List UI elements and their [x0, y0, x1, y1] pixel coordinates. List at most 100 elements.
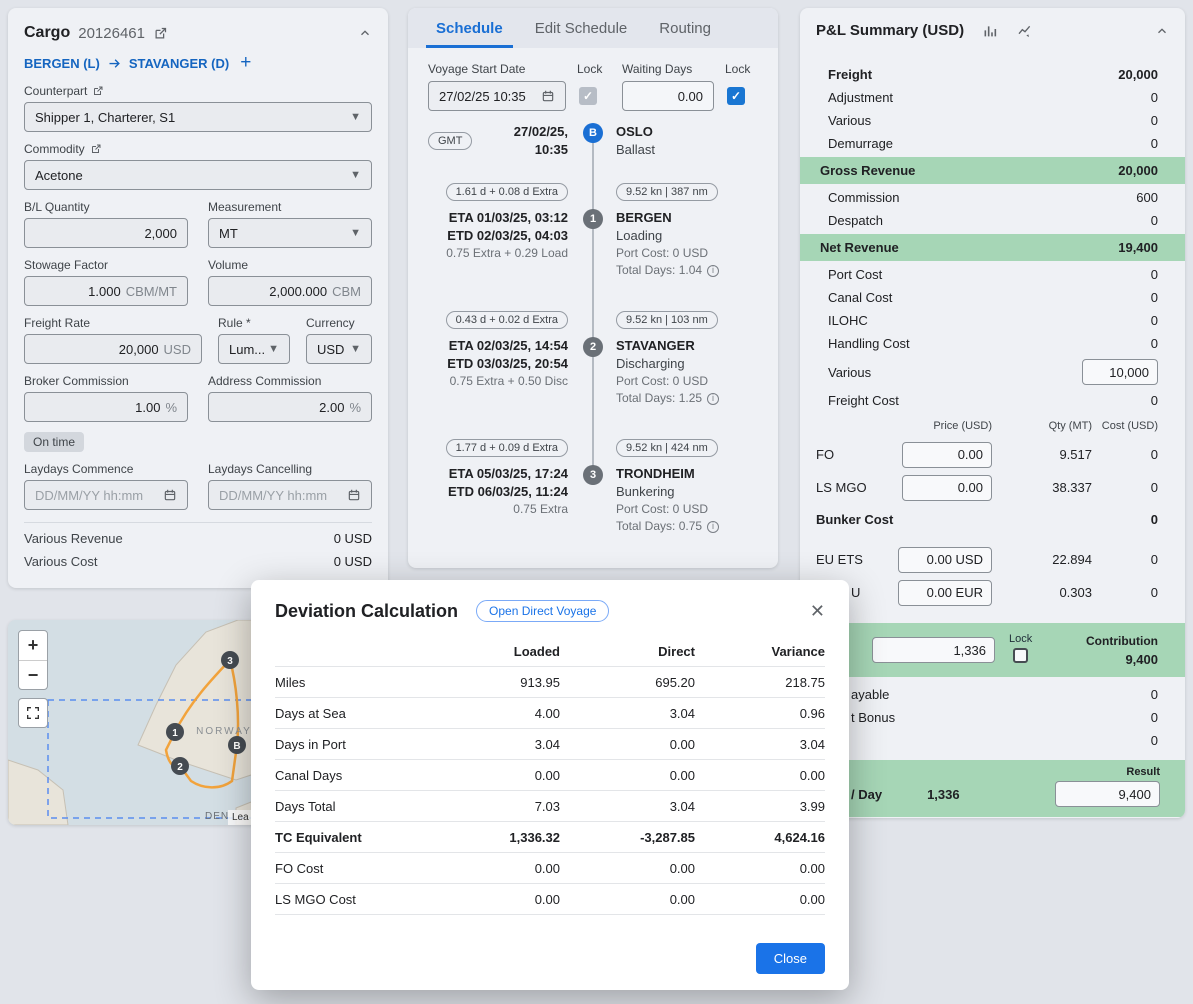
- leg-duration-chip: 1.77 d + 0.09 d Extra: [446, 439, 568, 457]
- various-revenue-label: Various Revenue: [24, 531, 123, 546]
- eu-ets-price-input[interactable]: 0.00 USD: [898, 547, 992, 573]
- table-row: Days Total7.033.043.99: [275, 791, 825, 822]
- voyage-start-lock-label: Lock: [577, 62, 602, 76]
- col-loaded: Loaded: [425, 644, 560, 659]
- open-direct-voyage-button[interactable]: Open Direct Voyage: [476, 600, 609, 622]
- stowage-input[interactable]: 1.000 CBM/MT: [24, 276, 188, 306]
- port-cost: Port Cost: 0 USD: [616, 245, 758, 262]
- route-from-link[interactable]: BERGEN (L): [24, 56, 100, 71]
- measurement-select[interactable]: MT ▼: [208, 218, 372, 248]
- stop-marker-1: 1: [583, 209, 603, 229]
- cargo-panel: Cargo 20126461 BERGEN (L) STAVANGER (D) …: [8, 8, 388, 588]
- deviation-table: Loaded Direct Variance Miles913.95695.20…: [251, 632, 849, 915]
- collapse-cargo-icon[interactable]: [358, 26, 372, 40]
- tab-edit-schedule[interactable]: Edit Schedule: [519, 8, 644, 48]
- svg-text:1: 1: [172, 728, 178, 739]
- freight-rate-value: 20,000: [119, 342, 159, 357]
- line-chart-icon[interactable]: [1016, 23, 1034, 39]
- rule-select[interactable]: Lum... ▼: [218, 334, 290, 364]
- currency-select[interactable]: USD ▼: [306, 334, 372, 364]
- eur-price-input[interactable]: 0.00 EUR: [898, 580, 992, 606]
- close-icon[interactable]: ✕: [810, 602, 825, 620]
- stop-marker-3: 3: [583, 465, 603, 485]
- route-to-link[interactable]: STAVANGER (D): [129, 56, 229, 71]
- add-port-button[interactable]: +: [240, 52, 251, 74]
- freight-rate-input[interactable]: 20,000 USD: [24, 334, 202, 364]
- result-per-day-label: / Day: [851, 787, 882, 802]
- open-cargo-icon[interactable]: [153, 26, 168, 41]
- leg-duration-chip: 1.61 d + 0.08 d Extra: [446, 183, 568, 201]
- table-row: Days at Sea4.003.040.96: [275, 698, 825, 729]
- counterpart-select[interactable]: Shipper 1, Charterer, S1 ▼: [24, 102, 372, 132]
- zoom-out-button[interactable]: −: [19, 660, 47, 689]
- contribution-block: 1,336 Lock Contribution 9,400: [800, 623, 1185, 677]
- timeline-stop-bergen: ETA 01/03/25, 03:12 ETD 02/03/25, 04:03 …: [428, 209, 758, 301]
- timezone-chip[interactable]: GMT: [428, 132, 472, 150]
- total-days: Total Days: 1.04: [616, 263, 702, 277]
- arrow-right-icon: [107, 56, 122, 71]
- start-datetime: 27/02/25, 10:35: [480, 123, 568, 159]
- broker-commission-value: 1.00: [135, 400, 160, 415]
- lsmgo-price-input[interactable]: 0.00: [902, 475, 992, 501]
- fo-price-input[interactable]: 0.00: [902, 442, 992, 468]
- total-days: Total Days: 1.25: [616, 391, 702, 405]
- waiting-days-lock-checkbox[interactable]: [727, 87, 745, 105]
- contribution-label: Contribution: [1086, 634, 1158, 648]
- commodity-label: Commodity: [24, 142, 85, 156]
- port-name: STAVANGER: [616, 337, 758, 355]
- stop-marker-ballast: B: [583, 123, 603, 143]
- result-block: Result / Day 1,336 9,400: [800, 760, 1185, 817]
- info-icon[interactable]: i: [707, 393, 719, 405]
- close-button[interactable]: Close: [756, 943, 825, 974]
- tce-input[interactable]: 1,336: [872, 637, 995, 663]
- timeline-leg: 1.61 d + 0.08 d Extra 9.52 kn | 387 nm: [428, 183, 758, 201]
- various-cost-input[interactable]: 10,000: [1082, 359, 1158, 385]
- port-activity: Loading: [616, 227, 758, 245]
- volume-input[interactable]: 2,000.000 CBM: [208, 276, 372, 306]
- voyage-start-input[interactable]: 27/02/25 10:35: [428, 81, 566, 111]
- tab-schedule[interactable]: Schedule: [420, 8, 519, 48]
- volume-value: 2,000.000: [269, 284, 327, 299]
- bl-quantity-input[interactable]: 2,000: [24, 218, 188, 248]
- eta: ETA 01/03/25, 03:12: [428, 209, 568, 227]
- zoom-in-button[interactable]: +: [19, 631, 47, 660]
- pnl-row: Adjustment0: [800, 86, 1185, 109]
- result-input[interactable]: 9,400: [1055, 781, 1160, 807]
- waiting-days-value: 0.00: [678, 89, 703, 104]
- address-commission-input[interactable]: 2.00 %: [208, 392, 372, 422]
- broker-commission-input[interactable]: 1.00 %: [24, 392, 188, 422]
- laydays-commence-input[interactable]: DD/MM/YY hh:mm: [24, 480, 188, 510]
- info-icon[interactable]: i: [707, 265, 719, 277]
- info-icon[interactable]: i: [707, 521, 719, 533]
- calendar-icon[interactable]: [163, 488, 177, 502]
- open-counterpart-icon[interactable]: [92, 85, 104, 97]
- extra-days: 0.75 Extra: [428, 501, 568, 518]
- result-header: Result: [816, 766, 1160, 778]
- voyage-start-lock-checkbox: [579, 87, 597, 105]
- calendar-icon[interactable]: [541, 89, 555, 103]
- bunker-qty-header: Qty (MT): [992, 420, 1092, 438]
- ets-row-partial: U 0.00 EUR 0.303 0: [816, 576, 1158, 609]
- map-den-label: DEN: [205, 811, 229, 822]
- etd: ETD 06/03/25, 11:24: [428, 483, 568, 501]
- schedule-tabbar: Schedule Edit Schedule Routing: [408, 8, 778, 48]
- pnl-row-partial: 0: [800, 729, 1185, 752]
- tab-routing[interactable]: Routing: [643, 8, 727, 48]
- waiting-days-input[interactable]: 0.00: [622, 81, 714, 111]
- address-commission-label: Address Commission: [208, 374, 321, 388]
- commodity-select[interactable]: Acetone ▼: [24, 160, 372, 190]
- collapse-pnl-icon[interactable]: [1155, 24, 1169, 38]
- on-time-badge: On time: [24, 432, 84, 452]
- pnl-row: Canal Cost0: [800, 286, 1185, 309]
- table-row: Days in Port3.040.003.04: [275, 729, 825, 760]
- map-country-label: NORWAY: [196, 726, 252, 737]
- contribution-lock-checkbox[interactable]: [1013, 648, 1028, 663]
- modal-title: Deviation Calculation: [275, 601, 458, 622]
- calendar-icon[interactable]: [347, 488, 361, 502]
- open-commodity-icon[interactable]: [90, 143, 102, 155]
- fullscreen-button[interactable]: [18, 698, 48, 728]
- bar-chart-icon[interactable]: [982, 23, 998, 39]
- pnl-row: Commission600: [800, 186, 1185, 209]
- laydays-cancelling-input[interactable]: DD/MM/YY hh:mm: [208, 480, 372, 510]
- port-name: TRONDHEIM: [616, 465, 758, 483]
